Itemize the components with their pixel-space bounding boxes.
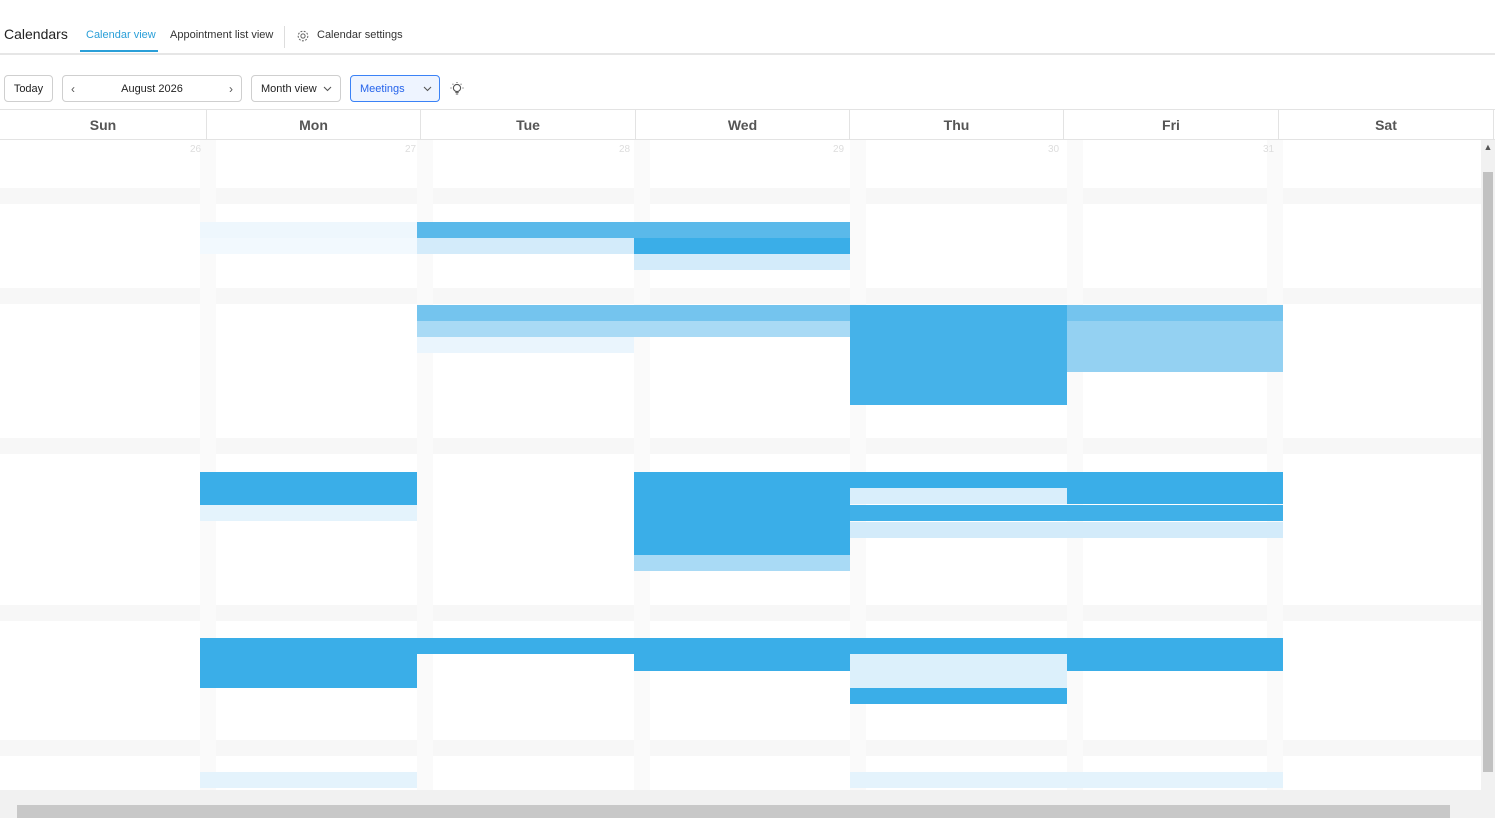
calendar-event[interactable] — [200, 638, 417, 688]
week-row-divider — [0, 605, 1481, 621]
weekday-sat: Sat — [1279, 110, 1494, 140]
top-bar: Calendars Calendar view Appointment list… — [0, 0, 1495, 55]
tab-calendar-view[interactable]: Calendar view — [86, 29, 156, 41]
calendar-event[interactable] — [850, 654, 1067, 688]
tab-divider — [284, 26, 285, 48]
calendar-event[interactable] — [850, 522, 1283, 538]
calendar-event[interactable] — [200, 472, 417, 505]
lightbulb-icon[interactable] — [449, 81, 465, 97]
calendar-event[interactable] — [417, 321, 850, 337]
calendar-event[interactable] — [634, 238, 850, 254]
day-number: 28 — [619, 144, 631, 155]
day-number: 27 — [405, 144, 417, 155]
active-tab-indicator — [80, 50, 158, 52]
calendar-event[interactable] — [200, 238, 417, 254]
calendar-event[interactable] — [200, 222, 417, 238]
calendar-event[interactable] — [634, 638, 850, 671]
tab-calendar-settings[interactable]: Calendar settings — [317, 29, 403, 41]
calendar-event[interactable] — [417, 305, 850, 321]
day-number: 31 — [1263, 144, 1275, 155]
calendar-event[interactable] — [634, 555, 850, 571]
calendar-event[interactable] — [200, 505, 417, 521]
day-number: 30 — [1048, 144, 1060, 155]
chevron-down-icon — [323, 86, 332, 91]
calendar-event[interactable] — [1067, 321, 1283, 372]
calendar-select-value: Meetings — [360, 82, 405, 95]
calendar-event[interactable] — [1067, 488, 1283, 504]
chevron-right-icon[interactable]: › — [229, 82, 233, 96]
calendar-event[interactable] — [1067, 305, 1283, 321]
calendar-event[interactable] — [634, 472, 850, 555]
week-row-divider — [0, 438, 1481, 454]
calendar-event[interactable] — [417, 222, 634, 238]
calendar-event[interactable] — [1067, 772, 1283, 788]
calendar-event[interactable] — [850, 488, 1067, 504]
period-navigator: ‹ August 2026 › — [62, 75, 242, 102]
weekday-fri: Fri — [1064, 110, 1279, 140]
horizontal-scrollbar[interactable] — [0, 790, 1495, 818]
weekday-mon: Mon — [207, 110, 421, 140]
calendar-event[interactable] — [417, 337, 634, 353]
calendar-event[interactable] — [634, 254, 850, 270]
calendar-event[interactable] — [850, 688, 1067, 704]
calendar-select[interactable]: Meetings — [350, 75, 440, 102]
weekday-thu: Thu — [850, 110, 1064, 140]
calendar-event[interactable] — [1067, 638, 1283, 671]
month-grid[interactable]: 26 27 28 29 30 31 — [0, 140, 1481, 790]
weekday-header: Sun Mon Tue Wed Thu Fri Sat — [0, 109, 1495, 140]
week-row-divider — [0, 740, 1481, 756]
day-number: 26 — [190, 144, 202, 155]
calendar-event[interactable] — [850, 472, 1283, 488]
view-select-value: Month view — [261, 82, 317, 95]
weekday-tue: Tue — [421, 110, 636, 140]
calendar-event[interactable] — [850, 505, 1283, 521]
chevron-left-icon[interactable]: ‹ — [71, 82, 75, 96]
vertical-scroll-thumb[interactable] — [1483, 172, 1493, 772]
scroll-up-icon[interactable]: ▲ — [1481, 142, 1495, 152]
calendar-event[interactable] — [417, 238, 634, 254]
today-button[interactable]: Today — [4, 75, 53, 102]
calendar-event[interactable] — [850, 638, 1067, 654]
week-row-divider — [0, 188, 1481, 204]
day-number: 29 — [833, 144, 845, 155]
calendar-event[interactable] — [200, 772, 417, 788]
view-select[interactable]: Month view — [251, 75, 341, 102]
period-label: August 2026 — [121, 82, 183, 95]
calendar-event[interactable] — [850, 305, 1067, 405]
gear-icon[interactable] — [296, 29, 310, 43]
day-column-divider — [1267, 140, 1283, 790]
week-row-divider — [0, 288, 1481, 304]
weekday-wed: Wed — [636, 110, 850, 140]
tab-appointment-list-view[interactable]: Appointment list view — [170, 29, 273, 41]
day-column-divider — [1067, 140, 1083, 790]
calendar-event[interactable] — [850, 772, 1067, 788]
chevron-down-icon — [423, 86, 432, 91]
calendar-event[interactable] — [634, 222, 850, 238]
calendar-event[interactable] — [417, 638, 634, 654]
vertical-scrollbar[interactable]: ▲ — [1481, 140, 1495, 790]
weekday-sun: Sun — [0, 110, 207, 140]
page-title: Calendars — [4, 26, 68, 42]
horizontal-scroll-thumb[interactable] — [17, 805, 1450, 818]
